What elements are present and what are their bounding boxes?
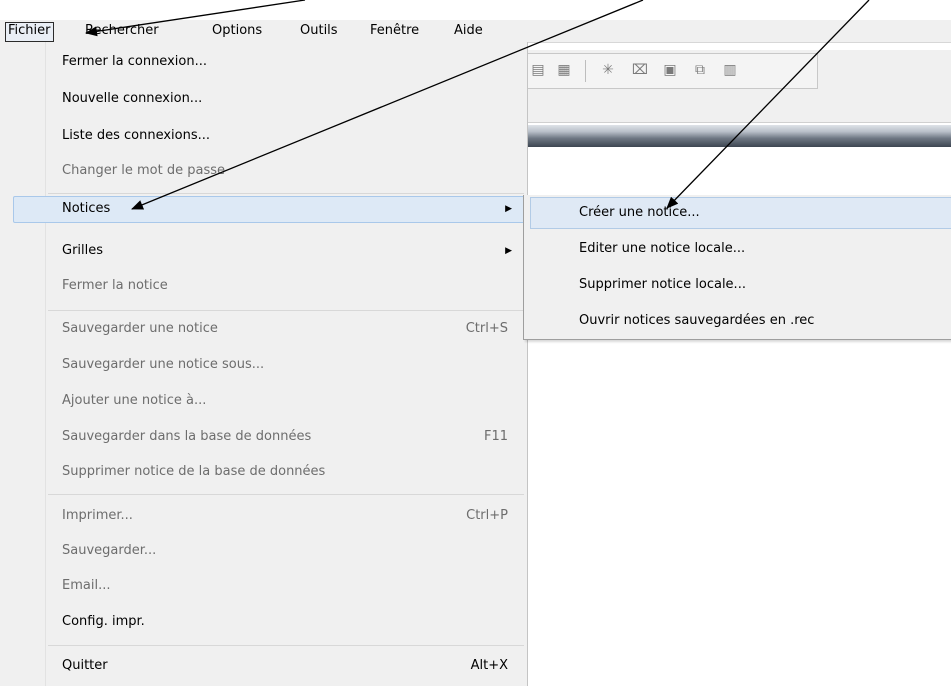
menu-item-label: Email... xyxy=(62,578,111,593)
file-menu: Fermer la connexion... Nouvelle connexio… xyxy=(0,42,528,686)
menu-item-label: Imprimer... xyxy=(62,508,133,523)
menu-item-sauvegarder[interactable]: Sauvegarder... xyxy=(62,539,522,563)
submenu-item-ouvrir-rec[interactable]: Ouvrir notices sauvegardées en .rec xyxy=(579,306,939,336)
menu-separator xyxy=(48,645,524,646)
close-record-icon[interactable]: ⌧ xyxy=(631,62,649,78)
toolbar-button-group: ▤ ▦ ✳ ⌧ ▣ ⧉ ▥ xyxy=(526,53,818,89)
menu-aide[interactable]: Aide xyxy=(452,22,485,40)
menu-item-nouvelle-connexion[interactable]: Nouvelle connexion... xyxy=(62,87,522,111)
asterisk-icon[interactable]: ✳ xyxy=(599,62,617,78)
menu-item-label: Config. impr. xyxy=(62,614,145,629)
menu-item-label: Fermer la connexion... xyxy=(62,54,207,69)
toolbar-strip xyxy=(520,90,951,123)
menu-item-label: Sauvegarder... xyxy=(62,543,157,558)
menu-item-fermer-connexion[interactable]: Fermer la connexion... xyxy=(62,50,522,74)
counter-icon[interactable]: ▥ xyxy=(721,62,739,78)
menu-item-notices[interactable]: Notices ▶ xyxy=(62,197,522,221)
menu-item-label: Ajouter une notice à... xyxy=(62,393,207,408)
menu-item-quitter[interactable]: Quitter Alt+X xyxy=(62,654,522,678)
shortcut-label: Ctrl+P xyxy=(466,508,508,523)
menu-fenetre[interactable]: Fenêtre xyxy=(368,22,421,40)
record-copy-icon[interactable]: ▦ xyxy=(555,62,573,78)
menu-item-label: Sauvegarder une notice xyxy=(62,321,218,336)
submenu-item-supprimer-notice-locale[interactable]: Supprimer notice locale... xyxy=(579,270,939,300)
shortcut-label: Alt+X xyxy=(470,658,508,673)
submenu-arrow-icon: ▶ xyxy=(505,246,512,256)
menu-item-label: Grilles xyxy=(62,243,104,258)
menu-item-sauvegarder-notice-sous[interactable]: Sauvegarder une notice sous... xyxy=(62,353,522,377)
menu-outils[interactable]: Outils xyxy=(298,22,340,40)
submenu-arrow-icon: ▶ xyxy=(505,204,512,214)
menu-item-label: Sauvegarder une notice sous... xyxy=(62,357,265,372)
notices-submenu: Créer une notice... Editer une notice lo… xyxy=(523,195,951,340)
menu-item-grilles[interactable]: Grilles ▶ xyxy=(62,239,522,263)
menu-item-sauvegarder-notice[interactable]: Sauvegarder une notice Ctrl+S xyxy=(62,317,522,341)
menu-item-supprimer-notice-base[interactable]: Supprimer notice de la base de données xyxy=(62,460,522,484)
menu-rechercher[interactable]: Rechercher xyxy=(83,22,161,40)
shortcut-label: F11 xyxy=(483,429,508,444)
menu-item-label: Quitter xyxy=(62,658,108,673)
menu-item-email[interactable]: Email... xyxy=(62,574,522,598)
menu-item-label: Sauvegarder dans la base de données xyxy=(62,429,312,444)
menu-item-ajouter-notice[interactable]: Ajouter une notice à... xyxy=(62,389,522,413)
shortcut-label: Ctrl+S xyxy=(465,321,508,336)
toolbar-separator xyxy=(585,60,586,82)
menu-item-label: Fermer la notice xyxy=(62,278,168,293)
menu-separator xyxy=(48,193,524,194)
record-icon[interactable]: ▤ xyxy=(529,62,547,78)
toolbar: ▤ ▦ ✳ ⌧ ▣ ⧉ ▥ xyxy=(520,50,951,90)
menu-item-label: Liste des connexions... xyxy=(62,128,211,143)
menu-item-label: Changer le mot de passe xyxy=(62,163,225,178)
menu-item-label: Notices xyxy=(62,201,111,216)
menu-icon-gutter xyxy=(0,42,46,686)
submenu-item-creer-notice[interactable]: Créer une notice... xyxy=(579,198,939,228)
menu-options[interactable]: Options xyxy=(210,22,264,40)
submenu-item-editer-notice-locale[interactable]: Editer une notice locale... xyxy=(579,234,939,264)
menu-fichier[interactable]: Fichier xyxy=(5,22,54,42)
menu-item-sauvegarder-base[interactable]: Sauvegarder dans la base de données F11 xyxy=(62,425,522,449)
menu-separator xyxy=(48,494,524,495)
menu-item-liste-connexions[interactable]: Liste des connexions... xyxy=(62,124,522,148)
menu-separator xyxy=(48,310,524,311)
menu-item-fermer-notice[interactable]: Fermer la notice xyxy=(62,274,522,298)
menu-item-changer-mot-de-passe[interactable]: Changer le mot de passe xyxy=(62,159,522,183)
menu-item-config-impr[interactable]: Config. impr. xyxy=(62,610,522,634)
menu-bar: Fichier Rechercher Options Outils Fenêtr… xyxy=(0,20,951,43)
link-icon[interactable]: ⧉ xyxy=(691,62,709,78)
grid-icon[interactable]: ▣ xyxy=(661,62,679,78)
window-title-band xyxy=(520,125,951,147)
menu-item-label: Supprimer notice de la base de données xyxy=(62,464,326,479)
menu-item-imprimer[interactable]: Imprimer... Ctrl+P xyxy=(62,504,522,528)
menu-item-label: Nouvelle connexion... xyxy=(62,91,203,106)
